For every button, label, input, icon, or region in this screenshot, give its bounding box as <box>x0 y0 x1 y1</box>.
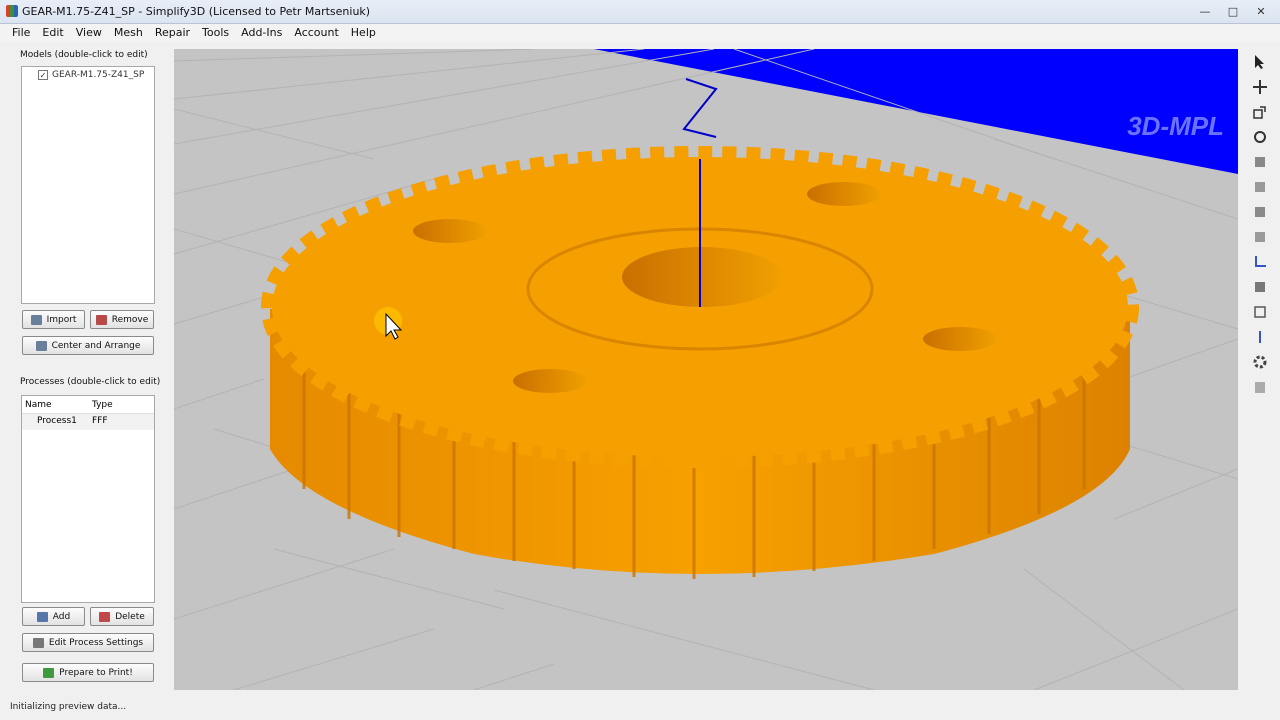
move-icon[interactable] <box>1249 77 1271 97</box>
3d-viewport[interactable]: 3D-MPL Z <box>174 49 1238 690</box>
view-default-icon[interactable] <box>1249 152 1271 172</box>
center-arrange-button[interactable]: Center and Arrange <box>22 336 154 355</box>
add-process-button[interactable]: Add <box>22 607 85 626</box>
col-name-header: Name <box>25 400 52 410</box>
view-front-icon[interactable] <box>1249 202 1271 222</box>
close-button[interactable]: ✕ <box>1250 2 1272 20</box>
rotate-icon[interactable] <box>1249 127 1271 147</box>
list-item[interactable]: ✓ GEAR-M1.75-Z41_SP <box>22 67 154 80</box>
processes-list[interactable]: Name Type Process1 FFF <box>21 395 155 603</box>
view-side-icon[interactable] <box>1249 227 1271 247</box>
menu-mesh[interactable]: Mesh <box>108 24 149 42</box>
models-label: Models (double-click to edit) <box>20 50 148 60</box>
menu-edit[interactable]: Edit <box>36 24 69 42</box>
status-bar: Initializing preview data... <box>0 698 1280 720</box>
col-type-header: Type <box>92 400 113 410</box>
processes-label: Processes (double-click to edit) <box>20 377 161 387</box>
table-row[interactable]: Process1 FFF <box>22 414 154 430</box>
remove-icon <box>95 314 107 325</box>
import-button[interactable]: Import <box>22 310 85 329</box>
import-icon <box>30 314 42 325</box>
scale-icon[interactable] <box>1249 102 1271 122</box>
edit-process-settings-button[interactable]: Edit Process Settings <box>22 633 154 652</box>
select-icon[interactable] <box>1249 52 1271 72</box>
model-checkbox[interactable]: ✓ <box>38 70 48 80</box>
arrange-icon <box>35 340 47 351</box>
model-name: GEAR-M1.75-Z41_SP <box>52 70 145 80</box>
menu-account[interactable]: Account <box>288 24 344 42</box>
checkmark-icon <box>43 667 55 678</box>
models-list[interactable]: ✓ GEAR-M1.75-Z41_SP <box>21 66 155 304</box>
view-top-icon[interactable] <box>1249 177 1271 197</box>
processes-header: Name Type <box>22 396 154 414</box>
window-title: GEAR-M1.75-Z41_SP - Simplify3D (Licensed… <box>22 5 371 18</box>
delete-process-button[interactable]: Delete <box>90 607 154 626</box>
menu-view[interactable]: View <box>70 24 108 42</box>
settings-icon[interactable] <box>1249 352 1271 372</box>
scene: 3D-MPL <box>174 49 1238 690</box>
minimize-button[interactable]: — <box>1194 2 1216 20</box>
build-volume-icon[interactable] <box>1249 302 1271 322</box>
process-name: Process1 <box>37 416 77 426</box>
process-type: FFF <box>92 416 108 426</box>
watermark: 3D-MPL <box>1127 111 1224 141</box>
menu-file[interactable]: File <box>6 24 36 42</box>
axes-icon[interactable] <box>1249 252 1271 272</box>
settings-gear-icon <box>32 637 44 648</box>
view-toolbar <box>1246 49 1274 429</box>
menu-tools[interactable]: Tools <box>196 24 235 42</box>
menu-help[interactable]: Help <box>345 24 382 42</box>
maximize-button[interactable]: □ <box>1222 2 1244 20</box>
left-panel: Models (double-click to edit) ✓ GEAR-M1.… <box>0 44 172 698</box>
title-bar: GEAR-M1.75-Z41_SP - Simplify3D (Licensed… <box>0 0 1280 24</box>
add-icon <box>36 611 48 622</box>
app-icon <box>6 5 18 17</box>
layers-icon[interactable] <box>1249 377 1271 397</box>
prepare-to-print-button[interactable]: Prepare to Print! <box>22 663 154 682</box>
perspective-icon[interactable] <box>1249 277 1271 297</box>
status-text: Initializing preview data... <box>10 702 127 712</box>
menu-bar: File Edit View Mesh Repair Tools Add-Ins… <box>0 24 1280 42</box>
delete-icon <box>99 611 111 622</box>
menu-add-ins[interactable]: Add-Ins <box>235 24 288 42</box>
menu-repair[interactable]: Repair <box>149 24 196 42</box>
remove-button[interactable]: Remove <box>90 310 154 329</box>
cross-section-icon[interactable] <box>1249 327 1271 347</box>
